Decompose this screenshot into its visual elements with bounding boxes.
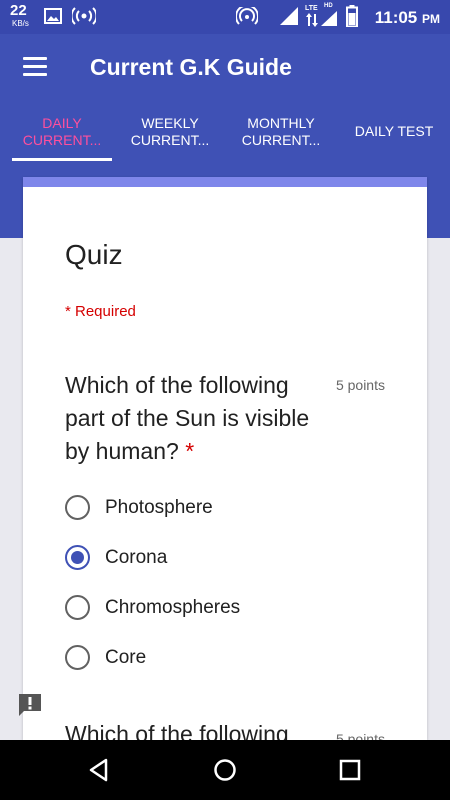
- tab-label: CURRENT...: [241, 132, 321, 148]
- radio-button[interactable]: [65, 645, 90, 670]
- network-speed-unit: KB/s: [12, 19, 29, 28]
- tab-label: DAILY TEST: [354, 123, 434, 139]
- app-bar: Current G.K Guide: [0, 34, 450, 102]
- home-icon[interactable]: [212, 757, 238, 783]
- tab-weekly-current[interactable]: WEEKLY CURRENT...: [118, 102, 222, 162]
- option-label: Photosphere: [105, 497, 213, 518]
- tab-bar: DAILY CURRENT... WEEKLY CURRENT... MONTH…: [0, 102, 450, 162]
- signal-icon: [280, 7, 298, 25]
- battery-icon: [346, 5, 358, 27]
- option-corona[interactable]: Corona: [65, 543, 365, 573]
- tab-label: WEEKLY: [141, 115, 199, 131]
- image-icon: [44, 8, 62, 24]
- required-asterisk: *: [185, 438, 195, 464]
- tab-label: CURRENT...: [22, 132, 102, 148]
- option-label: Corona: [105, 547, 168, 568]
- clock: 11:05 PM: [374, 8, 440, 27]
- option-photosphere[interactable]: Photosphere: [65, 493, 365, 523]
- tab-label: MONTHLY: [247, 115, 315, 131]
- tab-daily-test[interactable]: DAILY TEST: [344, 102, 444, 162]
- required-note: * Required: [65, 303, 136, 320]
- lte-label: LTE: [305, 5, 318, 12]
- active-tab-indicator: [12, 158, 112, 161]
- option-chromospheres[interactable]: Chromospheres: [65, 593, 365, 623]
- radio-button[interactable]: [65, 495, 90, 520]
- hd-label: HD: [324, 3, 333, 9]
- tab-label: CURRENT...: [130, 132, 210, 148]
- option-label: Core: [105, 647, 147, 668]
- system-nav-bar: [0, 740, 450, 800]
- report-feedback-icon[interactable]: [17, 692, 43, 718]
- hamburger-menu-icon[interactable]: [20, 54, 50, 80]
- back-icon[interactable]: [86, 757, 112, 783]
- radio-button[interactable]: [65, 595, 90, 620]
- form-title: Quiz: [65, 239, 123, 270]
- status-bar: 22 KB/s LTE HD 11:05 PM: [0, 0, 450, 34]
- recents-icon[interactable]: [337, 757, 363, 783]
- tab-daily-current[interactable]: DAILY CURRENT...: [12, 102, 112, 162]
- form-card: Quiz * Required Which of the following p…: [23, 177, 427, 747]
- wifi-icon: [236, 7, 258, 25]
- hotspot-icon: [72, 7, 96, 25]
- tab-monthly-current[interactable]: MONTHLY CURRENT...: [230, 102, 332, 162]
- radio-button-selected[interactable]: [65, 545, 90, 570]
- data-arrows-icon: [306, 13, 318, 27]
- option-core[interactable]: Core: [65, 643, 365, 673]
- app-title: Current G.K Guide: [90, 54, 292, 80]
- question-points: 5 points: [335, 377, 385, 393]
- signal-icon-2: [321, 11, 337, 26]
- question-text: Which of the following part of the Sun i…: [65, 369, 325, 468]
- tab-label: DAILY: [42, 115, 82, 131]
- network-speed: 22: [10, 2, 27, 19]
- option-label: Chromospheres: [105, 597, 241, 618]
